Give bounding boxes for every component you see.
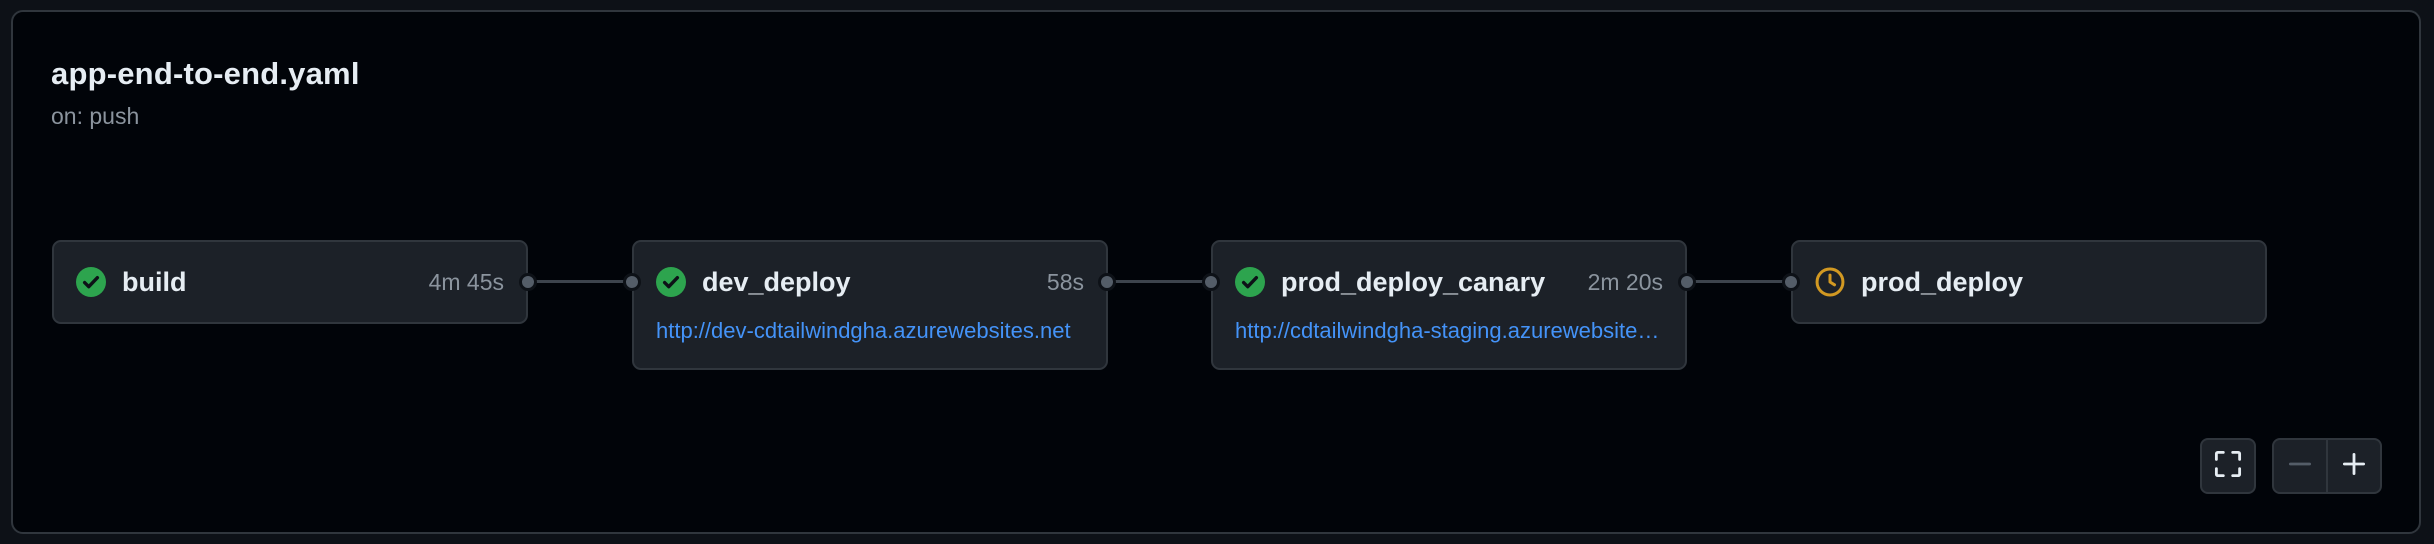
job-connector (1107, 280, 1211, 283)
job-duration: 4m 45s (428, 268, 504, 295)
job-output-port (1678, 273, 1696, 291)
check-circle-fill-icon (1235, 267, 1265, 297)
plus-icon (2340, 450, 2368, 483)
job-input-port (623, 273, 641, 291)
job-name: prod_deploy (1861, 266, 2024, 297)
workflow-title: app-end-to-end.yaml (51, 56, 360, 91)
zoom-in-button[interactable] (2328, 440, 2380, 492)
job-duration: 2m 20s (1587, 268, 1663, 295)
environment-url-link[interactable]: http://dev-cdtailwindgha.azurewebsites.n… (634, 318, 1106, 368)
job-card-prod-deploy-canary[interactable]: prod_deploy_canary 2m 20s http://cdtailw… (1211, 240, 1687, 370)
check-circle-fill-icon (76, 267, 106, 297)
clock-icon (1815, 267, 1845, 297)
job-input-port (1782, 273, 1800, 291)
job-output-port (1098, 273, 1116, 291)
dash-icon (2286, 450, 2314, 483)
job-name: prod_deploy_canary (1281, 266, 1546, 297)
job-input-port (1202, 273, 1220, 291)
fullscreen-button[interactable] (2200, 438, 2256, 494)
workflow-trigger: on: push (51, 103, 140, 129)
job-duration: 58s (1046, 268, 1084, 295)
job-connector (1687, 280, 1791, 283)
job-connector (528, 280, 632, 283)
job-name: dev_deploy (702, 266, 851, 297)
screen-full-icon (2213, 449, 2243, 484)
job-name: build (122, 266, 187, 297)
job-card-dev-deploy[interactable]: dev_deploy 58s http://dev-cdtailwindgha.… (632, 240, 1108, 370)
job-output-port (519, 273, 537, 291)
zoom-controls (2272, 438, 2382, 494)
zoom-out-button[interactable] (2274, 440, 2328, 492)
environment-url-link[interactable]: http://cdtailwindgha-staging.azurewebsit… (1213, 318, 1685, 368)
check-circle-fill-icon (656, 267, 686, 297)
job-card-build[interactable]: build 4m 45s (52, 240, 528, 324)
job-card-prod-deploy[interactable]: prod_deploy (1791, 240, 2267, 324)
